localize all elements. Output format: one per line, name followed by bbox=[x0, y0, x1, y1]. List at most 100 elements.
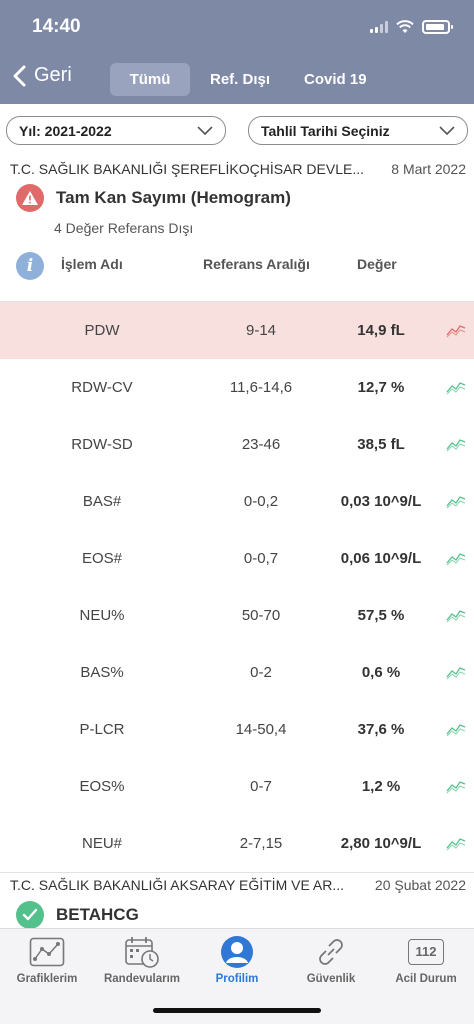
hospital-header: T.C. SAĞLIK BAKANLIĞI ŞEREFLİKOÇHİSAR DE… bbox=[10, 161, 466, 177]
out-of-range-summary: 4 Değer Referans Dışı bbox=[54, 220, 194, 236]
table-row[interactable]: NEU% 50-70 57,5 % bbox=[0, 587, 474, 644]
test-item-range: 9-14 bbox=[245, 322, 277, 339]
date-select-value: Tahlil Tarihi Seçiniz bbox=[261, 122, 390, 139]
test-item-range: 0-2 bbox=[250, 664, 272, 681]
trend-chart-icon[interactable] bbox=[446, 379, 466, 395]
test-name: Tam Kan Sayımı (Hemogram) bbox=[56, 188, 291, 207]
emergency-112-icon: 112 bbox=[408, 939, 444, 965]
test-item-value: 2,80 10^9/L bbox=[340, 835, 422, 852]
test-item-name: BAS# bbox=[82, 493, 122, 510]
trend-chart-icon[interactable] bbox=[446, 436, 466, 452]
test-item-range: 0-0,2 bbox=[243, 493, 279, 510]
test-title-row[interactable]: BETAHCG bbox=[16, 901, 139, 929]
tab-covid19[interactable]: Covid 19 bbox=[290, 63, 381, 96]
test-item-range: 23-46 bbox=[241, 436, 281, 453]
filter-tabs: Tümü Ref. Dışı Covid 19 bbox=[110, 63, 381, 96]
test-item-range: 50-70 bbox=[241, 607, 281, 624]
cellular-signal-icon bbox=[370, 21, 388, 33]
nav-label: Acil Durum bbox=[395, 973, 457, 985]
column-range: Referans Aralığı bbox=[203, 256, 310, 272]
test-item-name: RDW-CV bbox=[71, 379, 133, 396]
test-item-value: 0,03 10^9/L bbox=[340, 493, 422, 510]
year-select-value: Yıl: 2021-2022 bbox=[19, 122, 112, 139]
status-icons bbox=[370, 20, 453, 34]
checkmark-icon bbox=[16, 901, 44, 929]
trend-chart-icon[interactable] bbox=[446, 778, 466, 794]
date-select[interactable]: Tahlil Tarihi Seçiniz bbox=[248, 116, 468, 145]
test-title-row[interactable]: Tam Kan Sayımı (Hemogram) bbox=[16, 184, 291, 212]
nav-profile[interactable]: Profilim bbox=[190, 935, 284, 995]
trend-chart-icon[interactable] bbox=[446, 550, 466, 566]
test-item-value: 1,2 % bbox=[361, 778, 401, 795]
nav-label: Profilim bbox=[215, 973, 259, 985]
test-item-range: 0-7 bbox=[250, 778, 272, 795]
column-name: İşlem Adı bbox=[61, 256, 123, 272]
hospital-name: T.C. SAĞLIK BAKANLIĞI ŞEREFLİKOÇHİSAR DE… bbox=[10, 161, 364, 177]
test-item-value: 12,7 % bbox=[357, 379, 405, 396]
table-row[interactable]: RDW-SD 23-46 38,5 fL bbox=[0, 416, 474, 473]
top-header: 14:40 Geri Tümü Ref. Dışı Covid 19 bbox=[0, 0, 474, 104]
trend-chart-icon[interactable] bbox=[446, 493, 466, 509]
trend-chart-icon[interactable] bbox=[446, 322, 466, 338]
year-select[interactable]: Yıl: 2021-2022 bbox=[6, 116, 226, 145]
back-button[interactable]: Geri bbox=[12, 64, 72, 87]
trend-chart-icon[interactable] bbox=[446, 664, 466, 680]
nav-label: Güvenlik bbox=[306, 973, 356, 985]
table-row[interactable]: BAS% 0-2 0,6 % bbox=[0, 644, 474, 701]
calendar-clock-icon bbox=[125, 937, 159, 968]
nav-label: Grafiklerim bbox=[16, 973, 78, 985]
test-item-range: 0-0,7 bbox=[243, 550, 279, 567]
test-item-range: 14-50,4 bbox=[235, 721, 287, 738]
chevron-down-icon bbox=[439, 125, 455, 135]
trend-chart-icon[interactable] bbox=[446, 835, 466, 851]
chevron-left-icon bbox=[13, 65, 26, 86]
filter-bar: Yıl: 2021-2022 Tahlil Tarihi Seçiniz bbox=[6, 116, 468, 145]
nav-label: Randevularım bbox=[103, 973, 181, 985]
back-label: Geri bbox=[34, 64, 72, 86]
test-item-name: PDW bbox=[84, 322, 120, 339]
table-row[interactable]: BAS# 0-0,2 0,03 10^9/L bbox=[0, 473, 474, 530]
test-item-value: 38,5 fL bbox=[357, 436, 405, 453]
test-item-name: EOS% bbox=[79, 778, 125, 795]
table-row[interactable]: PDW 9-14 14,9 fL bbox=[0, 302, 474, 359]
table-row[interactable]: EOS# 0-0,7 0,06 10^9/L bbox=[0, 530, 474, 587]
divider bbox=[0, 872, 474, 873]
table-header: i İşlem Adı Referans Aralığı Değer bbox=[16, 252, 466, 280]
profile-icon bbox=[221, 936, 253, 968]
nav-charts[interactable]: Grafiklerim bbox=[0, 935, 94, 995]
test-item-value: 57,5 % bbox=[357, 607, 405, 624]
warning-icon bbox=[16, 184, 44, 212]
table-row[interactable]: NEU# 2-7,15 2,80 10^9/L bbox=[0, 815, 474, 872]
home-indicator[interactable] bbox=[153, 1008, 321, 1013]
battery-icon bbox=[422, 20, 453, 34]
nav-security[interactable]: Güvenlik bbox=[284, 935, 378, 995]
test-item-name: NEU% bbox=[79, 607, 125, 624]
link-icon bbox=[319, 939, 343, 965]
tab-all[interactable]: Tümü bbox=[110, 63, 190, 96]
test-item-value: 0,6 % bbox=[361, 664, 401, 681]
test-date: 20 Şubat 2022 bbox=[374, 877, 466, 893]
test-item-name: BAS% bbox=[80, 664, 124, 681]
table-row[interactable]: P-LCR 14-50,4 37,6 % bbox=[0, 701, 474, 758]
tab-out-of-range[interactable]: Ref. Dışı bbox=[196, 63, 284, 96]
wifi-icon bbox=[396, 20, 414, 33]
test-item-range: 2-7,15 bbox=[239, 835, 283, 852]
test-item-name: P-LCR bbox=[79, 721, 125, 738]
nav-emergency[interactable]: 112 Acil Durum bbox=[379, 935, 473, 995]
trend-chart-icon[interactable] bbox=[446, 607, 466, 623]
result-table: PDW 9-14 14,9 fL RDW-CV 11,6-14,6 12,7 %… bbox=[0, 302, 474, 872]
table-row[interactable]: RDW-CV 11,6-14,6 12,7 % bbox=[0, 359, 474, 416]
info-icon[interactable]: i bbox=[16, 252, 44, 280]
test-item-range: 11,6-14,6 bbox=[229, 379, 293, 396]
trend-chart-icon[interactable] bbox=[446, 721, 466, 737]
test-item-name: EOS# bbox=[81, 550, 123, 567]
nav-appointments[interactable]: Randevularım bbox=[95, 935, 189, 995]
status-time: 14:40 bbox=[32, 16, 81, 37]
test-item-value: 0,06 10^9/L bbox=[340, 550, 422, 567]
table-row[interactable]: EOS% 0-7 1,2 % bbox=[0, 758, 474, 815]
test-name: BETAHCG bbox=[56, 905, 139, 924]
test-item-value: 37,6 % bbox=[357, 721, 405, 738]
test-item-value: 14,9 fL bbox=[357, 322, 405, 339]
test-item-name: NEU# bbox=[81, 835, 122, 852]
hospital-header: T.C. SAĞLIK BAKANLIĞI AKSARAY EĞİTİM VE … bbox=[10, 877, 466, 893]
